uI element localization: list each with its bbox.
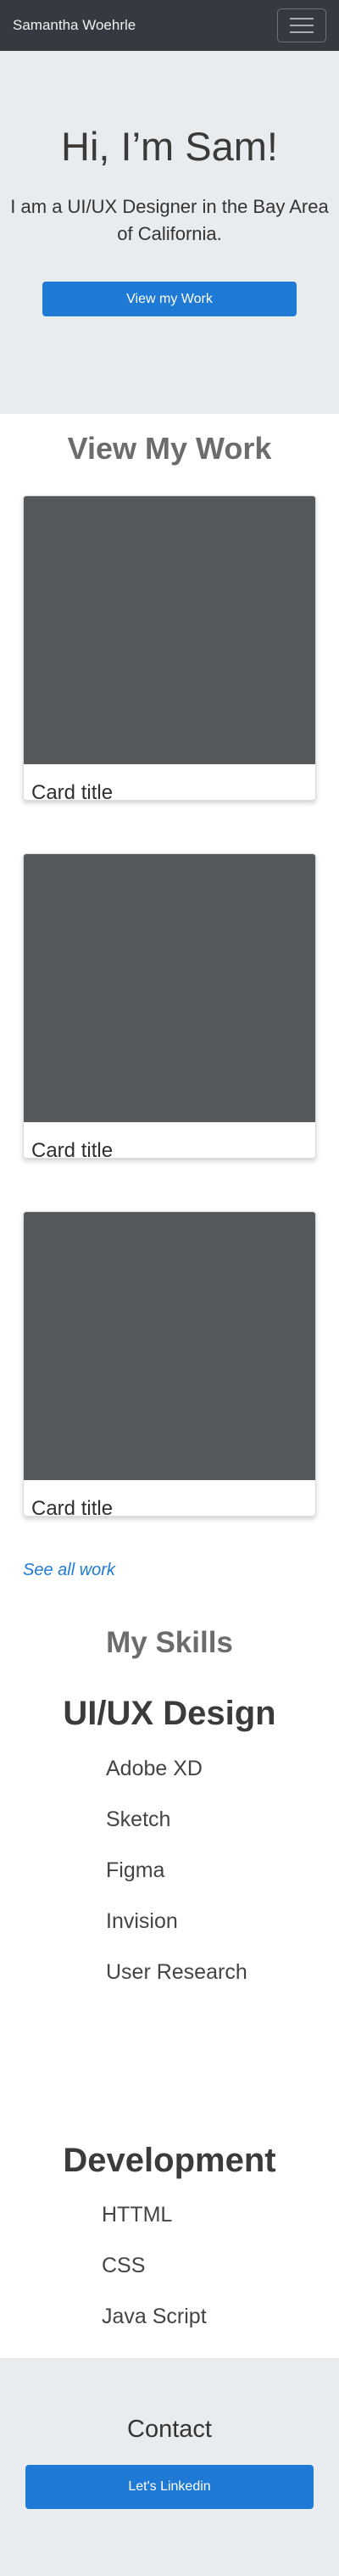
skill-item: Java Script <box>102 2305 207 2328</box>
card-image-placeholder <box>24 854 315 1122</box>
card-title: Card title <box>31 1497 114 1517</box>
contact-section: Contact Let's Linkedin <box>0 2358 339 2576</box>
skill-item: Adobe XD <box>106 1757 203 1780</box>
card-title: Card title <box>31 1139 114 1159</box>
navbar-brand[interactable]: Samantha Woehrle <box>13 17 136 34</box>
skill-item: CSS <box>102 2254 146 2277</box>
contact-title: Contact <box>127 2416 212 2443</box>
card-image-placeholder <box>24 1212 315 1480</box>
work-card[interactable]: Card title <box>23 495 316 801</box>
work-card[interactable]: Card title <box>23 853 316 1159</box>
work-card[interactable]: Card title <box>23 1211 316 1517</box>
navbar: Samantha Woehrle <box>0 0 339 51</box>
skill-item: HTTML <box>102 2203 173 2227</box>
skill-item: Sketch <box>106 1808 171 1831</box>
hamburger-menu-icon[interactable] <box>277 8 326 42</box>
design-skills-heading: UI/UX Design <box>63 1695 276 1732</box>
card-title: Card title <box>31 781 114 801</box>
menu-bar <box>290 31 314 33</box>
skill-item: Invision <box>106 1909 178 1933</box>
skills-section-title: My Skills <box>106 1626 233 1659</box>
menu-bar <box>290 25 314 26</box>
hero-subtitle: I am a UI/UX Designer in the Bay Area of… <box>10 196 329 244</box>
hero-title: Hi, I’m Sam! <box>61 124 278 169</box>
skill-item: User Research <box>106 1960 247 1984</box>
work-section-title: View My Work <box>67 431 272 466</box>
view-work-button[interactable]: View my Work <box>42 282 297 316</box>
hero-section: Hi, I’m Sam! I am a UI/UX Designer in th… <box>0 51 339 414</box>
development-skills-heading: Development <box>63 2142 276 2179</box>
see-all-work-link[interactable]: See all work <box>23 1561 115 1580</box>
menu-bar <box>290 18 314 20</box>
linkedin-button[interactable]: Let's Linkedin <box>25 2465 314 2509</box>
skill-item: Figma <box>106 1858 165 1882</box>
card-image-placeholder <box>24 496 315 764</box>
